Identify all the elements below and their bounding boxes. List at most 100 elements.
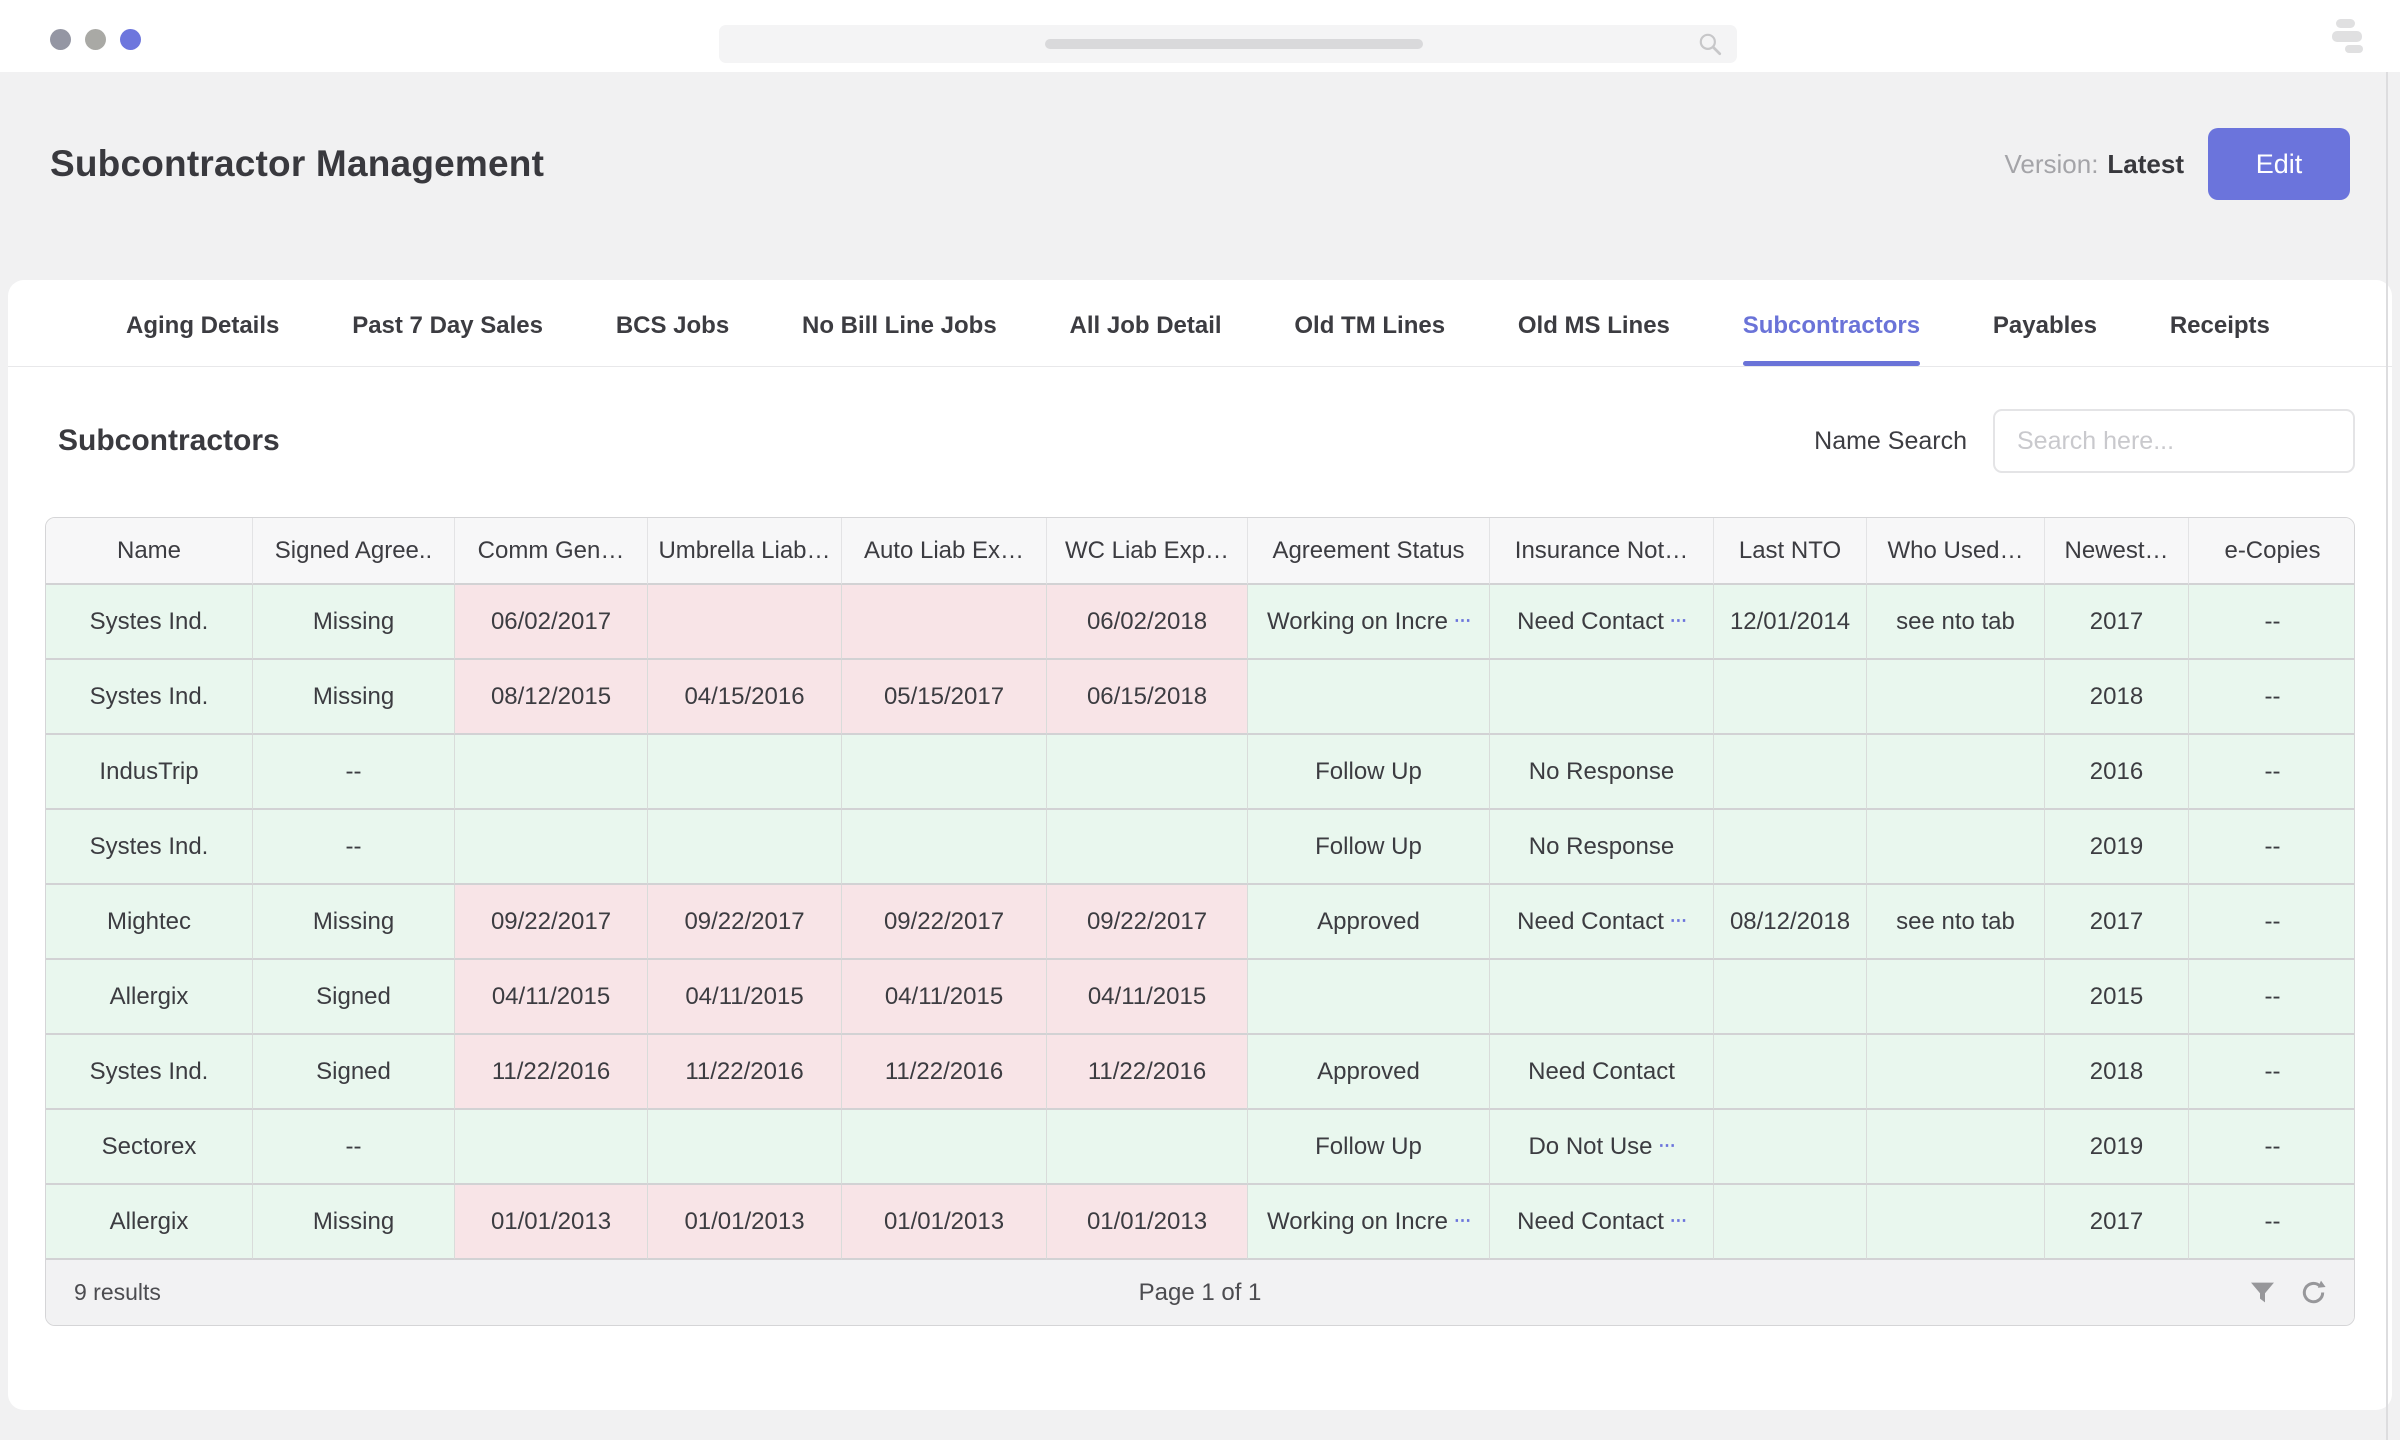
table-cell[interactable]: Need Contact [1490,1035,1714,1110]
column-header[interactable]: Agreement Status [1248,518,1490,585]
tab-all-job-detail[interactable]: All Job Detail [1070,312,1222,366]
window-dot-1[interactable] [50,29,71,50]
table-cell[interactable]: 09/22/2017 [1047,885,1248,960]
table-cell[interactable]: 01/01/2013 [455,1185,648,1260]
table-cell[interactable]: Need Contact⋯ [1490,585,1714,660]
table-cell[interactable]: -- [253,1110,455,1185]
table-cell[interactable]: see nto tab [1867,885,2045,960]
table-cell[interactable]: -- [253,735,455,810]
table-cell[interactable]: 09/22/2017 [648,885,842,960]
table-cell[interactable] [1714,735,1867,810]
tab-no-bill-line-jobs[interactable]: No Bill Line Jobs [802,312,997,366]
table-cell[interactable]: -- [2189,1035,2355,1110]
window-dot-3[interactable] [120,29,141,50]
more-ellipsis-icon[interactable]: ⋯ [1454,1211,1470,1230]
table-cell[interactable]: IndusTrip [46,735,253,810]
table-cell[interactable]: 11/22/2016 [842,1035,1047,1110]
table-cell[interactable]: Missing [253,1185,455,1260]
table-cell[interactable]: -- [2189,660,2355,735]
table-cell[interactable]: 2017 [2045,1185,2189,1260]
table-cell[interactable] [1248,960,1490,1035]
tab-old-tm-lines[interactable]: Old TM Lines [1294,312,1445,366]
table-cell[interactable]: 04/11/2015 [842,960,1047,1035]
table-cell[interactable] [1714,810,1867,885]
table-cell[interactable]: 01/01/2013 [842,1185,1047,1260]
filter-funnel-icon[interactable] [2250,1281,2275,1305]
table-cell[interactable]: 09/22/2017 [455,885,648,960]
table-cell[interactable]: Systes Ind. [46,660,253,735]
table-cell[interactable]: 2018 [2045,1035,2189,1110]
column-header[interactable]: Insurance Not… [1490,518,1714,585]
table-cell[interactable]: 05/15/2017 [842,660,1047,735]
name-search-input[interactable] [1993,409,2355,473]
table-cell[interactable]: Missing [253,660,455,735]
table-cell[interactable]: -- [2189,1185,2355,1260]
table-cell[interactable] [1047,1110,1248,1185]
refresh-icon[interactable] [2299,1278,2328,1307]
table-cell[interactable] [1714,1035,1867,1110]
table-cell[interactable]: 11/22/2016 [648,1035,842,1110]
table-cell[interactable]: 12/01/2014 [1714,585,1867,660]
table-cell[interactable]: -- [2189,1110,2355,1185]
table-cell[interactable] [455,735,648,810]
table-cell[interactable]: -- [2189,885,2355,960]
table-cell[interactable]: Missing [253,885,455,960]
table-cell[interactable] [1867,1035,2045,1110]
table-cell[interactable] [1867,735,2045,810]
table-cell[interactable]: Mightec [46,885,253,960]
column-header[interactable]: Umbrella Liab… [648,518,842,585]
window-dot-2[interactable] [85,29,106,50]
table-cell[interactable]: 01/01/2013 [1047,1185,1248,1260]
table-cell[interactable]: Approved [1248,1035,1490,1110]
table-cell[interactable]: Systes Ind. [46,1035,253,1110]
table-cell[interactable]: see nto tab [1867,585,2045,660]
table-cell[interactable]: -- [253,810,455,885]
table-cell[interactable] [1867,1185,2045,1260]
table-cell[interactable]: 06/02/2018 [1047,585,1248,660]
table-cell[interactable]: 01/01/2013 [648,1185,842,1260]
table-cell[interactable] [1047,735,1248,810]
table-cell[interactable]: -- [2189,810,2355,885]
table-cell[interactable] [1867,960,2045,1035]
more-ellipsis-icon[interactable]: ⋯ [1670,911,1686,930]
table-cell[interactable]: -- [2189,585,2355,660]
table-cell[interactable] [648,1110,842,1185]
table-cell[interactable]: 2015 [2045,960,2189,1035]
table-cell[interactable]: Do Not Use⋯ [1490,1110,1714,1185]
more-ellipsis-icon[interactable]: ⋯ [1454,611,1470,630]
table-cell[interactable]: 2016 [2045,735,2189,810]
table-cell[interactable]: 04/11/2015 [648,960,842,1035]
table-cell[interactable]: Follow Up [1248,810,1490,885]
column-header[interactable]: Signed Agree.. [253,518,455,585]
tab-subcontractors[interactable]: Subcontractors [1743,312,1920,366]
column-header[interactable]: Last NTO [1714,518,1867,585]
table-cell[interactable] [455,1110,648,1185]
table-cell[interactable] [1867,810,2045,885]
table-cell[interactable]: Approved [1248,885,1490,960]
table-cell[interactable]: 06/15/2018 [1047,660,1248,735]
table-cell[interactable]: 09/22/2017 [842,885,1047,960]
column-header[interactable]: Auto Liab Ex… [842,518,1047,585]
table-cell[interactable]: Sectorex [46,1110,253,1185]
table-cell[interactable]: Systes Ind. [46,810,253,885]
column-header[interactable]: WC Liab Exp… [1047,518,1248,585]
table-cell[interactable]: 2019 [2045,1110,2189,1185]
table-cell[interactable]: Follow Up [1248,1110,1490,1185]
table-cell[interactable]: 11/22/2016 [455,1035,648,1110]
table-cell[interactable]: Systes Ind. [46,585,253,660]
table-cell[interactable] [1490,660,1714,735]
table-cell[interactable] [1490,960,1714,1035]
table-cell[interactable] [842,1110,1047,1185]
table-cell[interactable] [648,735,842,810]
table-cell[interactable]: Working on Incre⋯ [1248,1185,1490,1260]
table-cell[interactable] [1714,660,1867,735]
table-cell[interactable]: Working on Incre⋯ [1248,585,1490,660]
table-cell[interactable]: 11/22/2016 [1047,1035,1248,1110]
table-cell[interactable] [842,585,1047,660]
tab-aging-details[interactable]: Aging Details [126,312,279,366]
table-cell[interactable]: Need Contact⋯ [1490,1185,1714,1260]
table-cell[interactable]: No Response [1490,810,1714,885]
table-cell[interactable]: Allergix [46,960,253,1035]
table-cell[interactable] [1714,960,1867,1035]
tab-old-ms-lines[interactable]: Old MS Lines [1518,312,1670,366]
